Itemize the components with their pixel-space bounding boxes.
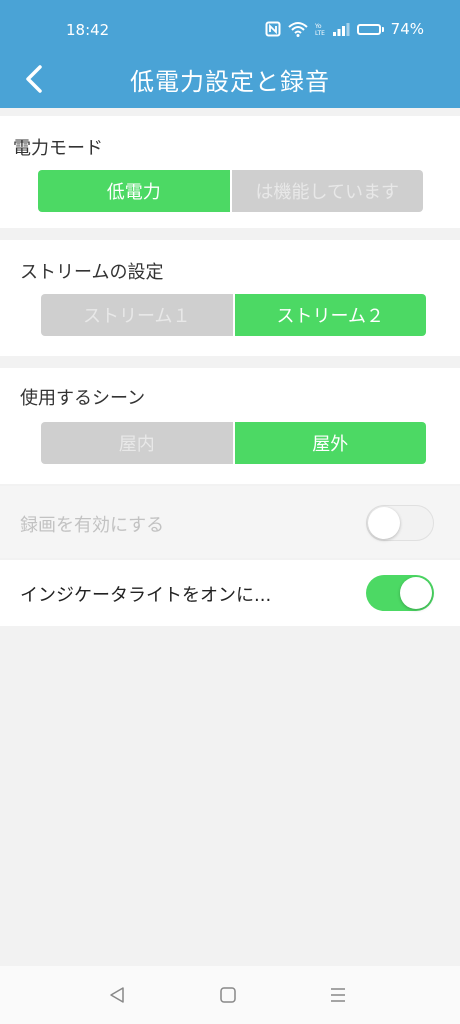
status-time: 18:42 bbox=[66, 21, 110, 39]
nav-menu-button[interactable] bbox=[323, 982, 353, 1008]
svg-text:LTE: LTE bbox=[315, 30, 325, 37]
battery-percent: 74% bbox=[390, 20, 424, 38]
recording-toggle[interactable] bbox=[366, 505, 434, 541]
status-bar: 18:42 Yo LTE 74% bbox=[0, 0, 460, 56]
scene-section: 使用するシーン 屋内 屋外 bbox=[0, 368, 460, 484]
square-home-icon bbox=[220, 987, 236, 1003]
scene-option-outdoor[interactable]: 屋外 bbox=[232, 422, 426, 464]
status-icons: Yo LTE 74% bbox=[265, 20, 424, 38]
signal-icon bbox=[332, 22, 350, 36]
stream-option-1[interactable]: ストリーム１ bbox=[41, 294, 233, 336]
app-header: 18:42 Yo LTE 74% 低電力設定と録音 bbox=[0, 0, 460, 108]
stream-settings-section: ストリームの設定 ストリーム１ ストリーム２ bbox=[0, 240, 460, 356]
recording-row: 録画を有効にする bbox=[0, 486, 460, 558]
scene-option-indoor[interactable]: 屋内 bbox=[41, 422, 233, 464]
scene-segmented-control: 屋内 屋外 bbox=[41, 422, 426, 464]
triangle-back-icon bbox=[110, 987, 124, 1003]
power-mode-option-low[interactable]: 低電力 bbox=[38, 170, 230, 212]
lte-icon: Yo LTE bbox=[315, 21, 325, 37]
battery-icon bbox=[356, 23, 384, 35]
stream-option-2[interactable]: ストリーム２ bbox=[232, 294, 426, 336]
power-mode-label: 電力モード bbox=[13, 138, 103, 159]
nav-home-button[interactable] bbox=[213, 982, 243, 1008]
indicator-light-label: インジケータライトをオンに... bbox=[20, 585, 272, 606]
indicator-light-toggle-knob bbox=[400, 577, 432, 609]
stream-segmented-control: ストリーム１ ストリーム２ bbox=[41, 294, 426, 336]
stream-settings-label: ストリームの設定 bbox=[20, 262, 164, 283]
page-title: 低電力設定と録音 bbox=[130, 68, 330, 96]
recording-label: 録画を有効にする bbox=[20, 515, 165, 536]
system-nav-bar bbox=[0, 966, 460, 1024]
power-mode-option-active[interactable]: は機能しています bbox=[229, 170, 423, 212]
recording-toggle-knob bbox=[368, 507, 400, 539]
svg-text:Yo: Yo bbox=[315, 23, 322, 30]
menu-icon bbox=[331, 988, 345, 1002]
nfc-icon bbox=[265, 21, 281, 37]
power-mode-segmented-control: 低電力 は機能しています bbox=[38, 170, 423, 212]
wifi-icon bbox=[287, 21, 308, 37]
power-mode-section: 電力モード 低電力 は機能しています bbox=[0, 116, 460, 228]
indicator-light-toggle[interactable] bbox=[366, 575, 434, 611]
scene-label: 使用するシーン bbox=[20, 388, 146, 409]
indicator-light-row: インジケータライトをオンに... bbox=[0, 560, 460, 626]
nav-back-button[interactable] bbox=[102, 982, 132, 1008]
